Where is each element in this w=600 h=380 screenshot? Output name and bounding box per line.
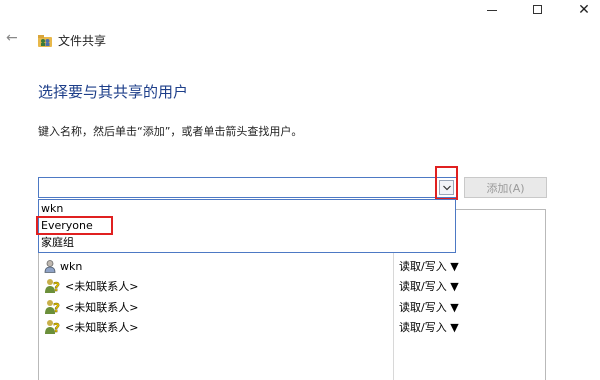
back-button[interactable]: ← bbox=[6, 30, 18, 46]
page-heading: 选择要与其共享的用户 bbox=[38, 83, 189, 101]
permission-label: 读取/写入 ▼ bbox=[399, 321, 459, 334]
chevron-down-icon bbox=[442, 185, 451, 190]
dropdown-arrow-button[interactable] bbox=[439, 180, 454, 195]
dropdown-item-wkn[interactable]: wkn bbox=[39, 200, 455, 217]
permission-dropdown[interactable]: 读取/写入 ▼ bbox=[399, 298, 459, 316]
add-button[interactable]: 添加(A) bbox=[464, 177, 547, 198]
permission-dropdown[interactable]: 读取/写入 ▼ bbox=[399, 277, 459, 295]
svg-text:?: ? bbox=[53, 280, 60, 294]
user-name-combobox[interactable] bbox=[38, 177, 458, 199]
svg-text:?: ? bbox=[53, 301, 60, 315]
user-name-input[interactable] bbox=[39, 179, 435, 199]
window-title: 文件共享 bbox=[38, 32, 106, 49]
contact-name: <未知联系人> bbox=[65, 321, 139, 334]
minimize-button[interactable] bbox=[480, 2, 504, 20]
user-name: wkn bbox=[60, 259, 83, 273]
instruction-text: 键入名称，然后单击“添加”，或者单击箭头查找用户。 bbox=[38, 125, 303, 138]
list-item[interactable]: wkn bbox=[44, 257, 82, 275]
file-sharing-icon bbox=[38, 34, 52, 47]
permission-dropdown[interactable]: 读取/写入 ▼ bbox=[399, 318, 459, 336]
add-button-label: 添加(A) bbox=[486, 181, 525, 195]
unknown-contact-icon: ? bbox=[45, 300, 60, 315]
permission-label: 读取/写入 ▼ bbox=[399, 260, 459, 273]
close-button[interactable]: ✕ bbox=[572, 2, 596, 20]
dropdown-item-homegroup[interactable]: 家庭组 bbox=[39, 234, 455, 251]
unknown-contact-icon: ? bbox=[45, 279, 60, 294]
unknown-contact-icon: ? bbox=[45, 320, 60, 335]
user-icon bbox=[44, 259, 56, 273]
permission-label: 读取/写入 ▼ bbox=[399, 301, 459, 314]
minimize-icon bbox=[487, 10, 497, 11]
permission-label: 读取/写入 ▼ bbox=[399, 280, 459, 293]
maximize-icon bbox=[533, 5, 542, 14]
svg-text:?: ? bbox=[53, 321, 60, 335]
title-text: 文件共享 bbox=[58, 34, 107, 48]
dropdown-item-everyone[interactable]: Everyone bbox=[39, 217, 455, 234]
list-item[interactable]: ? <未知联系人> bbox=[44, 298, 138, 316]
list-item[interactable]: ? <未知联系人> bbox=[44, 318, 138, 336]
back-arrow-icon: ← bbox=[6, 30, 18, 46]
contact-name: <未知联系人> bbox=[65, 280, 139, 293]
maximize-button[interactable] bbox=[526, 2, 550, 20]
list-item[interactable]: ? <未知联系人> bbox=[44, 277, 138, 295]
user-dropdown-list: wkn Everyone 家庭组 bbox=[38, 199, 456, 253]
close-icon: ✕ bbox=[578, 2, 590, 18]
contact-name: <未知联系人> bbox=[65, 301, 139, 314]
permission-dropdown[interactable]: 读取/写入 ▼ bbox=[399, 257, 459, 275]
